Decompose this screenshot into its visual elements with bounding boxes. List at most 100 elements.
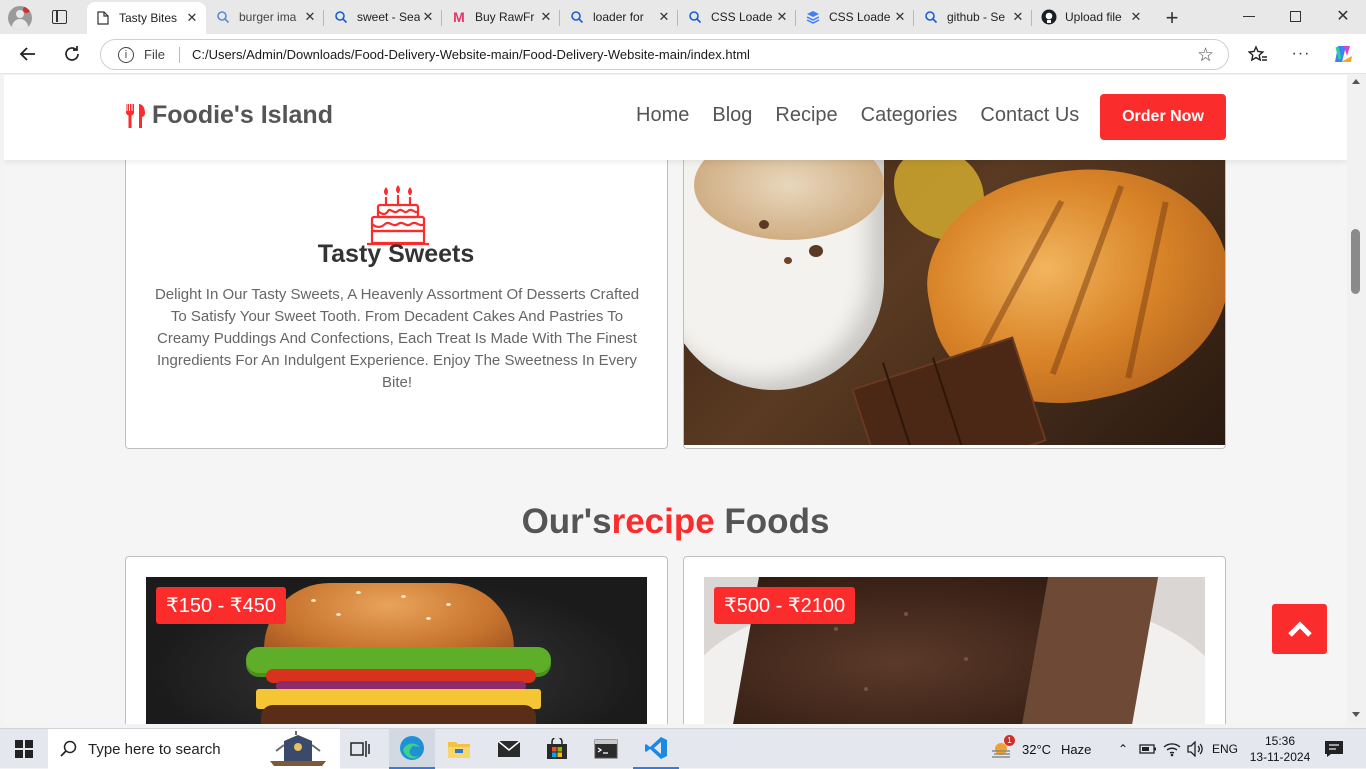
nav-recipe[interactable]: Recipe (775, 104, 837, 127)
scroll-to-top-button[interactable] (1272, 604, 1327, 654)
search-icon (60, 740, 77, 757)
tab-github-search[interactable]: github - Se ✕ (915, 4, 1032, 30)
wifi-icon[interactable] (1163, 729, 1181, 769)
layers-icon (805, 9, 821, 25)
nav-categories[interactable]: Categories (861, 104, 958, 127)
tab-tasty-bites[interactable]: Tasty Bites ✕ (87, 2, 206, 34)
tab-title: burger ima (239, 10, 297, 24)
sweets-title: Tasty Sweets (317, 240, 475, 268)
close-tab-icon[interactable]: ✕ (184, 10, 200, 26)
search-icon (569, 9, 585, 25)
sweets-description: Delight In Our Tasty Sweets, A Heavenly … (154, 286, 640, 391)
tab-separator (559, 10, 560, 26)
more-menu-icon[interactable]: ··· (1286, 40, 1316, 68)
minimize-button[interactable] (1243, 16, 1255, 17)
copilot-icon[interactable] (1328, 40, 1358, 68)
scroll-thumb[interactable] (1351, 229, 1360, 294)
tab-title: Tasty Bites (119, 11, 178, 25)
tab-title: CSS Loade (711, 10, 773, 24)
tab-css-loader-search[interactable]: CSS Loade ✕ (679, 4, 796, 30)
heading-part-2: Foods (714, 502, 830, 541)
close-tab-icon[interactable]: ✕ (892, 9, 908, 25)
utensils-icon (126, 103, 145, 128)
web-page: Foodie's Island Home Blog Recipe Categor… (4, 75, 1347, 724)
brand-name: Foodie's Island (152, 101, 333, 129)
taskbar-mail[interactable] (487, 729, 531, 769)
tab-title: github - Se (947, 10, 1006, 24)
scroll-down-arrow[interactable] (1352, 712, 1360, 717)
tab-burger-images[interactable]: burger ima ✕ (207, 4, 324, 30)
taskbar-terminal[interactable] (584, 729, 628, 769)
cake-icon (367, 185, 429, 246)
github-icon (1041, 9, 1057, 25)
clock[interactable]: 15:36 13-11-2024 (1248, 729, 1312, 769)
profile-avatar[interactable] (8, 6, 32, 30)
tab-separator (323, 10, 324, 26)
show-hidden-icons-chevron-icon[interactable]: ⌃ (1115, 729, 1131, 769)
tab-upload-file[interactable]: Upload file ✕ (1033, 4, 1150, 30)
close-tab-icon[interactable]: ✕ (302, 9, 318, 25)
nav-blog[interactable]: Blog (712, 104, 752, 127)
battery-icon[interactable] (1139, 729, 1157, 769)
taskbar-search[interactable]: Type here to search (48, 729, 340, 769)
recipe-section-heading: Our'srecipe Foods (4, 502, 1347, 542)
close-tab-icon[interactable]: ✕ (538, 9, 554, 25)
nav-contact-us[interactable]: Contact Us (980, 104, 1079, 127)
price-badge-burger: ₹150 - ₹450 (156, 587, 286, 624)
store-icon (547, 738, 567, 759)
close-tab-icon[interactable]: ✕ (774, 9, 790, 25)
tab-actions-icon[interactable] (52, 10, 67, 24)
volume-icon[interactable] (1186, 729, 1204, 769)
tab-title: loader for (593, 10, 644, 24)
coffee-croissant-card (683, 135, 1226, 449)
favorite-star-icon[interactable]: ☆ (1197, 44, 1214, 67)
scroll-up-arrow[interactable] (1352, 79, 1360, 84)
recipe-card-burger[interactable]: ₹150 - ₹450 (125, 556, 668, 724)
tab-title: sweet - Sea (357, 10, 420, 24)
tab-css-loaders[interactable]: CSS Loade ✕ (797, 4, 914, 30)
close-tab-icon[interactable]: ✕ (1128, 9, 1144, 25)
new-tab-button[interactable]: + (1159, 5, 1185, 31)
site-logo[interactable]: Foodie's Island (124, 101, 333, 130)
chevron-up-icon (1287, 621, 1312, 637)
tab-loader-for[interactable]: loader for ✕ (561, 4, 678, 30)
refresh-button[interactable] (57, 40, 87, 68)
taskbar-file-explorer[interactable] (437, 729, 481, 769)
page-scrollbar[interactable] (1347, 75, 1366, 724)
address-bar[interactable]: i File C:/Users/Admin/Downloads/Food-Del… (100, 39, 1229, 70)
tab-buy-rawfr[interactable]: M Buy RawFr ✕ (443, 4, 560, 30)
document-icon (95, 10, 111, 26)
search-icon (333, 9, 349, 25)
favorites-icon[interactable] (1243, 40, 1273, 68)
start-button[interactable] (0, 729, 48, 769)
close-tab-icon[interactable]: ✕ (1010, 9, 1026, 25)
tab-separator (677, 10, 678, 26)
tab-strip: Tasty Bites ✕ burger ima ✕ sweet - Sea ✕… (0, 0, 1366, 34)
task-view-button[interactable] (344, 729, 376, 769)
nav-home[interactable]: Home (636, 104, 689, 127)
taskbar-edge[interactable] (389, 729, 435, 769)
recipe-card-cake[interactable]: ₹500 - ₹2100 (683, 556, 1226, 724)
notifications-icon[interactable] (1324, 729, 1344, 769)
search-icon (687, 9, 703, 25)
windows-taskbar: Type here to search 1 32°C Haze ⌃ ENG 15… (0, 728, 1366, 769)
restore-button[interactable] (1290, 11, 1301, 22)
close-window-button[interactable]: ✕ (1333, 6, 1353, 28)
terminal-icon (594, 739, 618, 759)
mail-icon (497, 740, 521, 757)
close-tab-icon[interactable]: ✕ (420, 9, 436, 25)
edge-icon (400, 736, 424, 760)
url-text[interactable]: C:/Users/Admin/Downloads/Food-Delivery-W… (192, 47, 750, 62)
taskbar-store[interactable] (535, 729, 579, 769)
taskbar-vscode[interactable] (633, 729, 679, 769)
info-icon[interactable]: i (118, 46, 134, 63)
weather-widget[interactable]: 1 32°C Haze (990, 729, 1091, 769)
back-button[interactable] (13, 40, 43, 68)
language-indicator[interactable]: ENG (1212, 729, 1238, 769)
close-tab-icon[interactable]: ✕ (656, 9, 672, 25)
vscode-icon (645, 737, 667, 759)
order-now-button[interactable]: Order Now (1100, 94, 1226, 140)
folder-icon (448, 742, 470, 758)
tab-sweet-search[interactable]: sweet - Sea ✕ (325, 4, 442, 30)
browser-window: Tasty Bites ✕ burger ima ✕ sweet - Sea ✕… (0, 0, 1366, 728)
